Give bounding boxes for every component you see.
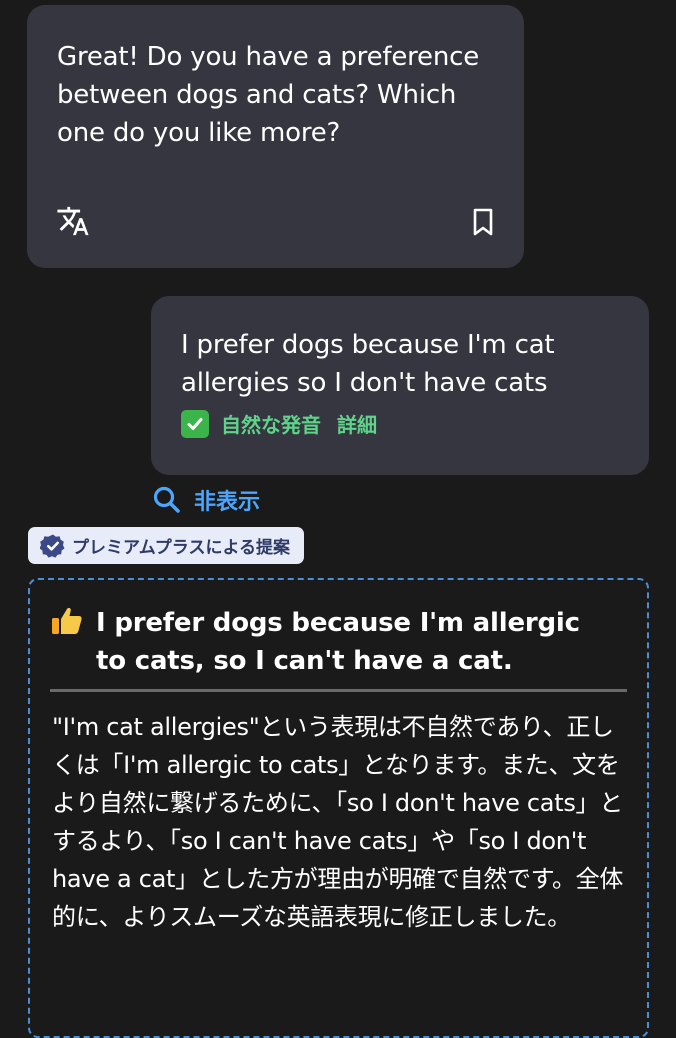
divider <box>50 689 627 692</box>
check-icon <box>181 409 209 438</box>
premium-badge-label: プレミアムプラスによる提案 <box>72 538 290 558</box>
status-label: 自然な発音 <box>221 413 321 437</box>
pronunciation-status: 自然な発音 詳細 <box>181 409 619 438</box>
corrected-sentence: I prefer dogs because I'm allergic to ca… <box>96 608 580 676</box>
ai-message-text: Great! Do you have a preference between … <box>57 42 480 148</box>
bookmark-icon[interactable] <box>468 205 498 239</box>
translate-icon[interactable] <box>55 203 91 239</box>
hide-suggestion-toggle[interactable]: 非表示 <box>152 484 260 516</box>
explanation-text: "I'm cat allergies"という表現は不自然であり、正しくは「I'm… <box>52 713 624 931</box>
user-message-text: I prefer dogs because I'm cat allergies … <box>181 330 555 398</box>
thumbs-up-icon <box>50 604 84 650</box>
search-icon <box>153 486 180 513</box>
premium-badge: プレミアムプラスによる提案 <box>28 527 304 564</box>
hide-label: 非表示 <box>194 490 261 515</box>
ai-message-bubble: Great! Do you have a preference between … <box>27 5 524 268</box>
details-link[interactable]: 詳細 <box>337 409 377 438</box>
suggestion-box: I prefer dogs because I'm allergic to ca… <box>28 578 649 1038</box>
verified-badge-icon <box>40 534 65 558</box>
user-message-bubble: I prefer dogs because I'm cat allergies … <box>151 296 649 475</box>
suggestion-header: I prefer dogs because I'm allergic to ca… <box>50 604 616 680</box>
